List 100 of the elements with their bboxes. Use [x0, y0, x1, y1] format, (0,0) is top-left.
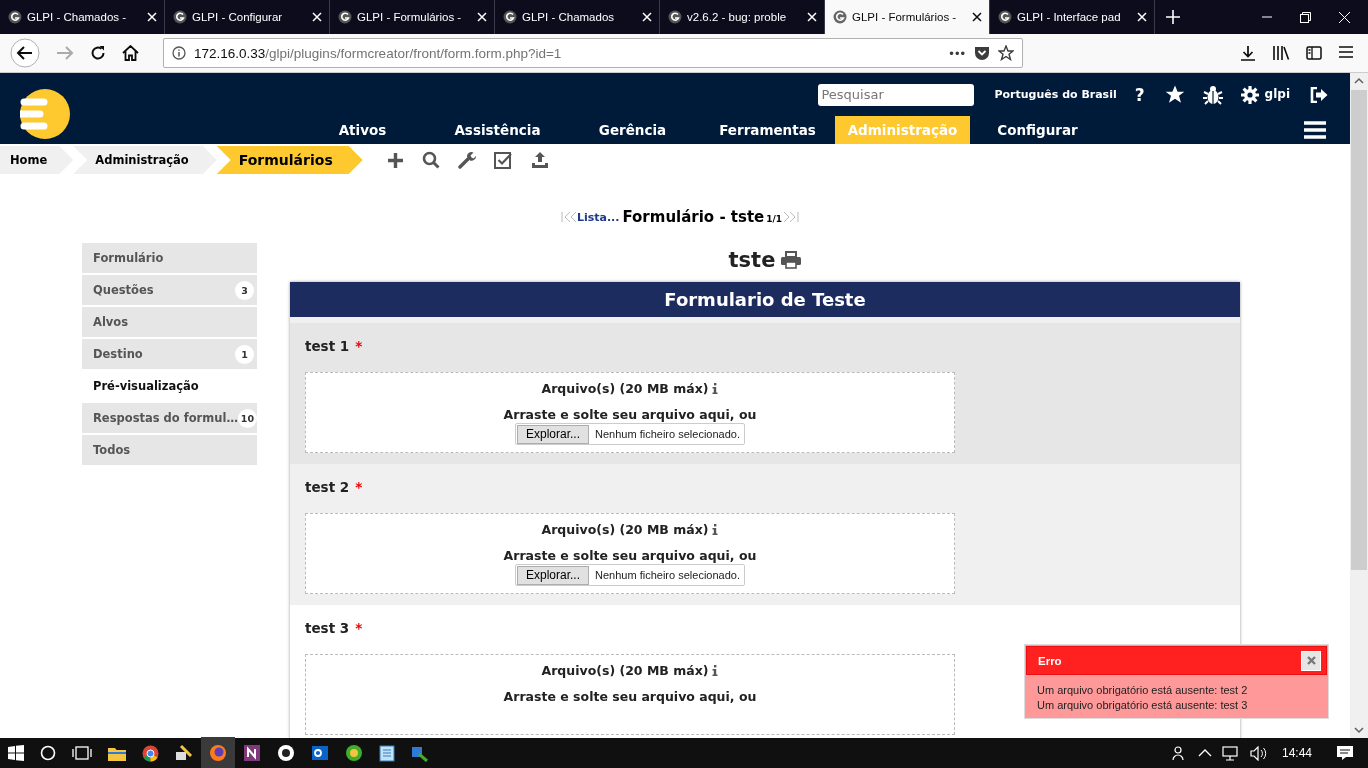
tab-title: GLPI - Interface pad [1017, 11, 1122, 23]
scrollbar-thumb[interactable] [1351, 90, 1367, 570]
mail-icon[interactable] [311, 744, 329, 762]
chevron-up-icon[interactable] [1197, 748, 1212, 758]
menu-item[interactable]: Gerência [565, 116, 700, 144]
settings-icon[interactable] [1240, 85, 1259, 104]
search-icon[interactable] [40, 745, 56, 761]
sidebar-tab[interactable]: Respostas do formul… 10 [82, 403, 257, 433]
app-icon[interactable] [345, 744, 363, 762]
restore-icon[interactable] [1300, 11, 1311, 23]
browse-button[interactable]: Explorar... [517, 565, 590, 585]
add-icon[interactable] [386, 151, 404, 169]
file-size-label: Arquivo(s) (20 MB máx) [541, 662, 709, 678]
browse-button[interactable]: Explorar... [517, 424, 590, 444]
drop-hint: Arraste e solte seu arquivo aqui, ou [503, 407, 757, 423]
glpi-logo[interactable] [20, 89, 70, 139]
menu-item[interactable]: Assistência [430, 116, 565, 144]
star-icon[interactable] [998, 45, 1014, 61]
sidebar-icon[interactable] [1306, 45, 1322, 61]
notebook-icon[interactable] [243, 744, 261, 762]
close-icon[interactable] [972, 12, 982, 22]
count-badge: 10 [237, 408, 257, 428]
tab-favicon-icon [998, 10, 1012, 24]
print-icon[interactable] [781, 251, 802, 269]
browser-tab[interactable]: GLPI - Formulários - [825, 0, 990, 34]
reload-icon[interactable] [90, 45, 106, 61]
back-icon[interactable] [10, 38, 40, 68]
sidebar-tab[interactable]: Formulário [82, 243, 257, 273]
clock[interactable]: 14:44 [1281, 746, 1312, 760]
required-mark: * [355, 338, 363, 356]
file-drop-zone[interactable]: Arquivo(s) (20 MB máx) Arraste e solte seu arquivo aqui, ou [305, 654, 955, 735]
tab-favicon-icon [173, 10, 187, 24]
folder-icon[interactable] [108, 745, 126, 761]
browser-icon[interactable] [142, 744, 159, 762]
info-icon [712, 382, 719, 394]
menu-item[interactable]: Ferramentas [700, 116, 835, 144]
file-drop-zone[interactable]: Arquivo(s) (20 MB máx) Arraste e solte seu arquivo aqui, ou Explorar... Nenhum ficheiro selecionado. [305, 513, 955, 594]
form-name: tste [728, 248, 776, 272]
wrench-icon[interactable] [457, 151, 476, 169]
file-input[interactable]: Explorar... Nenhum ficheiro selecionado. [515, 564, 745, 586]
sidebar-tab[interactable]: Destino 1 [82, 339, 257, 369]
pocket-icon[interactable] [974, 45, 990, 61]
count-badge: 3 [235, 280, 254, 300]
sidebar-tab[interactable]: Todos [82, 435, 257, 465]
help-link[interactable]: ? [1134, 84, 1145, 105]
language-selector[interactable]: Português do Brasil [994, 88, 1117, 101]
info-icon [712, 664, 719, 676]
breadcrumb-link[interactable]: Administração [73, 146, 217, 174]
menu-item[interactable]: Ativos [295, 116, 430, 144]
tab-title: GLPI - Chamados - [27, 11, 128, 23]
checkbox-icon[interactable] [493, 151, 513, 169]
notepad-icon[interactable] [379, 744, 395, 762]
search-icon[interactable] [421, 151, 440, 169]
bug-icon[interactable] [1202, 84, 1223, 105]
notifications-icon[interactable] [1336, 745, 1354, 761]
breadcrumb-link[interactable]: Home [0, 146, 74, 174]
tab-title: v2.6.2 - bug: proble [687, 11, 788, 23]
error-message: Um arquivo obrigatório está ausente: test 3 [1037, 698, 1249, 713]
error-message: Um arquivo obrigatório está ausente: test 2 [1037, 683, 1249, 698]
list-link[interactable]: Lista... [576, 210, 620, 224]
tab-title: GLPI - Formulários - [357, 11, 463, 23]
network-icon[interactable] [1221, 745, 1240, 761]
sidebar-tab[interactable]: Alvos [82, 307, 257, 337]
page-actions-button[interactable]: ••• [949, 45, 966, 61]
volume-icon[interactable] [1249, 745, 1268, 761]
menu-icon[interactable] [1338, 45, 1354, 59]
url-text: 172.16.0.33/glpi/plugins/formcreator/front/form.form.php?id=1 [194, 45, 563, 61]
count-badge: 1 [235, 344, 254, 364]
address-bar[interactable]: 172.16.0.33/glpi/plugins/formcreator/front/form.form.php?id=1 ••• [163, 38, 1023, 68]
logout-icon[interactable] [1310, 86, 1328, 103]
transfer-icon[interactable] [411, 744, 429, 762]
sidebar-tab[interactable]: Questões 3 [82, 275, 257, 305]
star-icon[interactable] [1164, 85, 1185, 104]
info-icon [172, 46, 186, 60]
page-title: Formulário - tste [622, 208, 765, 226]
drop-hint: Arraste e solte seu arquivo aqui, ou [503, 689, 757, 705]
tab-favicon-icon [8, 10, 22, 24]
form-title-bar: Formulario de Teste [290, 282, 1240, 317]
tab-favicon-icon [833, 10, 847, 24]
tab-title: GLPI - Formulários - [852, 11, 958, 23]
task-view-icon[interactable] [72, 745, 92, 761]
file-input[interactable]: Explorar... Nenhum ficheiro selecionado. [515, 423, 745, 445]
new-tab-icon[interactable] [1165, 9, 1181, 25]
search-field[interactable]: Pesquisar [818, 83, 975, 106]
error-title: Erro [1038, 654, 1063, 667]
record-counter: 1/1 [766, 213, 783, 224]
tab-title: GLPI - Chamados [522, 11, 616, 23]
home-icon[interactable] [122, 45, 139, 61]
user-name[interactable]: glpi [1264, 87, 1290, 101]
library-icon[interactable] [1272, 45, 1290, 61]
start-icon[interactable] [8, 745, 24, 761]
tab-favicon-icon [503, 10, 517, 24]
breadcrumb-link[interactable]: Formulários [216, 146, 363, 174]
question-label: test 1 [305, 338, 350, 356]
download-icon[interactable] [1240, 45, 1256, 61]
upload-icon[interactable] [530, 151, 549, 169]
close-button[interactable] [1301, 650, 1321, 671]
menu-item[interactable]: Configurar [970, 116, 1105, 144]
file-drop-zone[interactable]: Arquivo(s) (20 MB máx) Arraste e solte seu arquivo aqui, ou Explorar... Nenhum ficheiro selecionado. [305, 372, 955, 453]
tab-favicon-icon [338, 10, 352, 24]
